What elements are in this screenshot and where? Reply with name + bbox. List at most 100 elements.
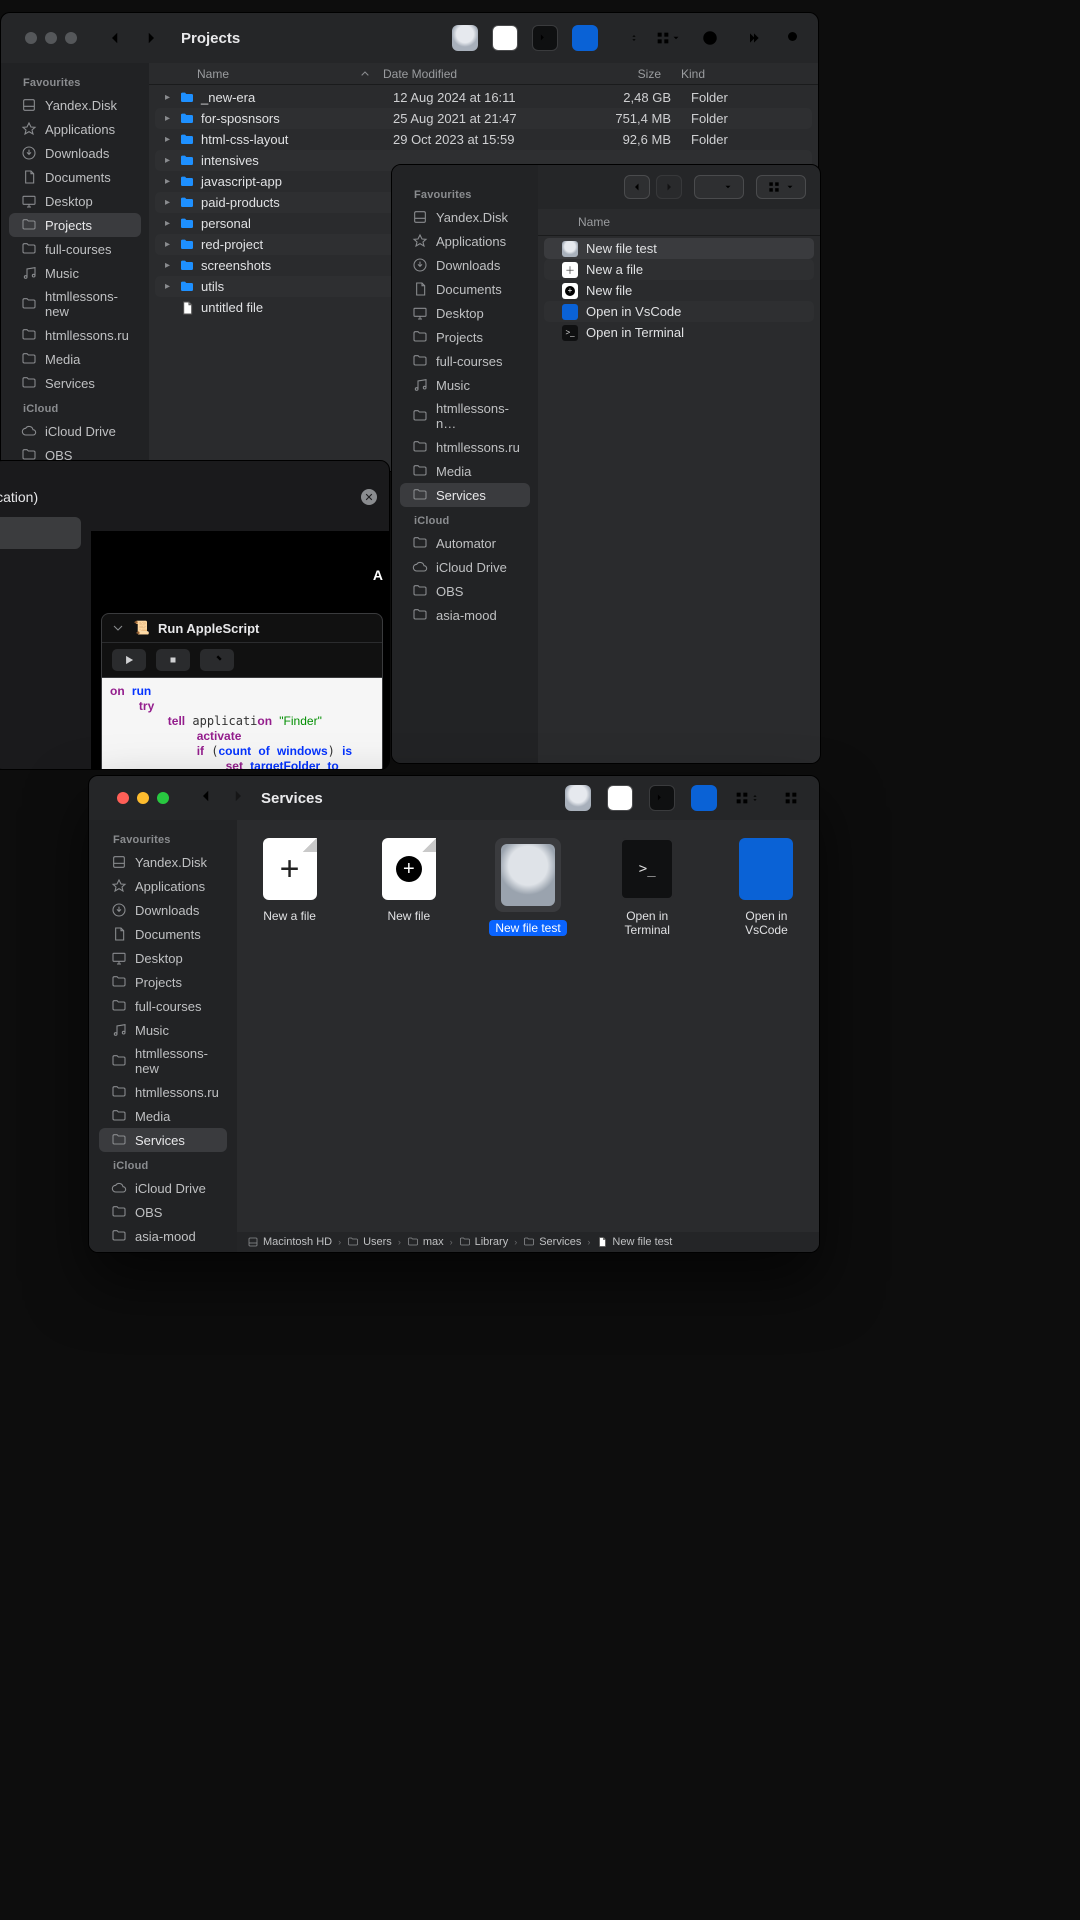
sidebar-item-asia-mood[interactable]: asia-mood (400, 603, 530, 627)
sidebar-item-downloads[interactable]: Downloads (400, 253, 530, 277)
toolbar: Projects (1, 13, 818, 63)
sidebar-item-media[interactable]: Media (400, 459, 530, 483)
sidebar-item-desktop[interactable]: Desktop (400, 301, 530, 325)
sidebar-item-desktop[interactable]: Desktop (9, 189, 141, 213)
compile-button[interactable] (200, 649, 234, 671)
forward-button[interactable] (139, 29, 163, 47)
sidebar-item-htmllessons-ru[interactable]: htmllessons.ru (9, 323, 141, 347)
toolbar-newfile-icon[interactable] (492, 25, 518, 51)
sidebar-item-htmllessons-new[interactable]: htmllessons-new (9, 285, 141, 323)
toolbar-newfile-icon[interactable] (607, 785, 633, 811)
view-grid2-button[interactable] (777, 784, 805, 812)
toolbar-vscode-icon[interactable] (572, 25, 598, 51)
sidebar-item-full-courses[interactable]: full-courses (99, 994, 227, 1018)
sidebar-item-htmllessons-n-[interactable]: htmllessons-n… (400, 397, 530, 435)
sidebar-item-obs[interactable]: OBS (400, 579, 530, 603)
view-list-button[interactable] (612, 24, 640, 52)
sidebar-item-projects[interactable]: Projects (9, 213, 141, 237)
path-segment[interactable]: Library (459, 1236, 509, 1248)
path-segment[interactable]: Macintosh HD (247, 1236, 332, 1248)
grid-item-open-in-vscode[interactable]: Open in VsCode (720, 838, 813, 1214)
view-list-button[interactable] (694, 175, 744, 199)
sidebar-item-icloud-drive[interactable]: iCloud Drive (400, 555, 530, 579)
path-segment[interactable]: max (407, 1236, 444, 1248)
chevron-down-icon[interactable] (110, 620, 126, 636)
path-segment[interactable]: New file test (596, 1236, 672, 1248)
stage-letter: A (373, 567, 383, 583)
sidebar-item-projects[interactable]: Projects (99, 970, 227, 994)
toolbar-terminal-icon[interactable] (532, 25, 558, 51)
sidebar-item-htmllessons-ru[interactable]: htmllessons.ru (400, 435, 530, 459)
column-headers[interactable]: Name (538, 209, 820, 236)
sidebar-item-obs[interactable]: OBS (99, 1200, 227, 1224)
grid-item-new-a-file[interactable]: +New a file (243, 838, 336, 1214)
sidebar-item-htmllessons-new[interactable]: htmllessons-new (99, 1042, 227, 1080)
sidebar-item-icloud-drive[interactable]: iCloud Drive (9, 419, 141, 443)
grid-item-new-file-test[interactable]: New file test (481, 838, 574, 1214)
sidebar-item-desktop[interactable]: Desktop (99, 946, 227, 970)
sidebar-item-services[interactable]: Services (9, 371, 141, 395)
sidebar-item-full-courses[interactable]: full-courses (400, 349, 530, 373)
more-button[interactable] (738, 24, 766, 52)
forward-button[interactable] (656, 175, 682, 199)
sidebar-item-services[interactable]: Services (400, 483, 530, 507)
back-button[interactable] (624, 175, 650, 199)
sidebar-item-yandex-disk[interactable]: Yandex.Disk (9, 93, 141, 117)
file-row[interactable]: ▸for-sposnsors25 Aug 2021 at 21:47751,4 … (155, 108, 812, 129)
toolbar-terminal-icon[interactable] (649, 785, 675, 811)
sidebar-item-icloud-drive[interactable]: iCloud Drive (99, 1176, 227, 1200)
run-button[interactable] (112, 649, 146, 671)
view-grid-button[interactable] (733, 784, 761, 812)
back-button[interactable] (103, 29, 127, 47)
toolbar-vscode-icon[interactable] (691, 785, 717, 811)
code-editor[interactable]: on run try tell application "Finder" act… (102, 677, 382, 770)
sidebar-item-projects[interactable]: Projects (400, 325, 530, 349)
file-row[interactable]: ▸html-css-layout29 Oct 2023 at 15:5992,6… (155, 129, 812, 150)
forward-button[interactable] (229, 787, 247, 810)
sidebar-item-services[interactable]: Services (99, 1128, 227, 1152)
sidebar-item-documents[interactable]: Documents (99, 922, 227, 946)
column-headers[interactable]: Name Date Modified Size Kind (149, 63, 818, 85)
share-button[interactable] (696, 24, 724, 52)
sidebar-item-media[interactable]: Media (99, 1104, 227, 1128)
path-bar[interactable]: Macintosh HD›Users›max›Library›Services›… (237, 1232, 819, 1252)
traffic-lights[interactable] (11, 16, 91, 60)
sidebar-item-yandex-disk[interactable]: Yandex.Disk (400, 205, 530, 229)
sidebar-item-applications[interactable]: Applications (99, 874, 227, 898)
file-row[interactable]: >_Open in Terminal (544, 322, 814, 343)
sidebar-item-media[interactable]: Media (9, 347, 141, 371)
sidebar-item-asia-mood[interactable]: asia-mood (99, 1224, 227, 1248)
sidebar-item-full-courses[interactable]: full-courses (9, 237, 141, 261)
toolbar-automator-icon[interactable] (565, 785, 591, 811)
traffic-lights[interactable] (103, 776, 183, 820)
search-button[interactable] (780, 24, 808, 52)
sidebar-item-documents[interactable]: Documents (400, 277, 530, 301)
sidebar-item-music[interactable]: Music (9, 261, 141, 285)
sidebar-item-music[interactable]: Music (99, 1018, 227, 1042)
sidebar-item-yandex-disk[interactable]: Yandex.Disk (99, 850, 227, 874)
grid-item-new-file[interactable]: +New file (362, 838, 455, 1214)
sidebar-item-applications[interactable]: Applications (9, 117, 141, 141)
sidebar-item-applications[interactable]: Applications (400, 229, 530, 253)
sidebar-item-documents[interactable]: Documents (9, 165, 141, 189)
file-row[interactable]: +New file (544, 280, 814, 301)
close-tab-icon[interactable]: ✕ (361, 489, 377, 505)
grid-item-open-in-terminal[interactable]: >_Open in Terminal (601, 838, 694, 1214)
toolbar-automator-icon[interactable] (452, 25, 478, 51)
file-row[interactable]: ▸_new-era12 Aug 2024 at 16:112,48 GBFold… (155, 87, 812, 108)
sidebar-item-htmllessons-ru[interactable]: htmllessons.ru (99, 1080, 227, 1104)
back-button[interactable] (197, 787, 215, 810)
stop-button[interactable] (156, 649, 190, 671)
sidebar-item-music[interactable]: Music (400, 373, 530, 397)
sidebar-item-downloads[interactable]: Downloads (9, 141, 141, 165)
file-row[interactable]: New file test (544, 238, 814, 259)
sidebar-item-automator[interactable]: Automator (400, 531, 530, 555)
path-segment[interactable]: Services (523, 1236, 581, 1248)
sidebar-item-downloads[interactable]: Downloads (99, 898, 227, 922)
path-segment[interactable]: Users (347, 1236, 392, 1248)
file-name: red-project (201, 237, 263, 252)
file-row[interactable]: Open in VsCode (544, 301, 814, 322)
view-grid-button[interactable] (756, 175, 806, 199)
view-grid-button[interactable] (654, 24, 682, 52)
file-row[interactable]: ＋New a file (544, 259, 814, 280)
